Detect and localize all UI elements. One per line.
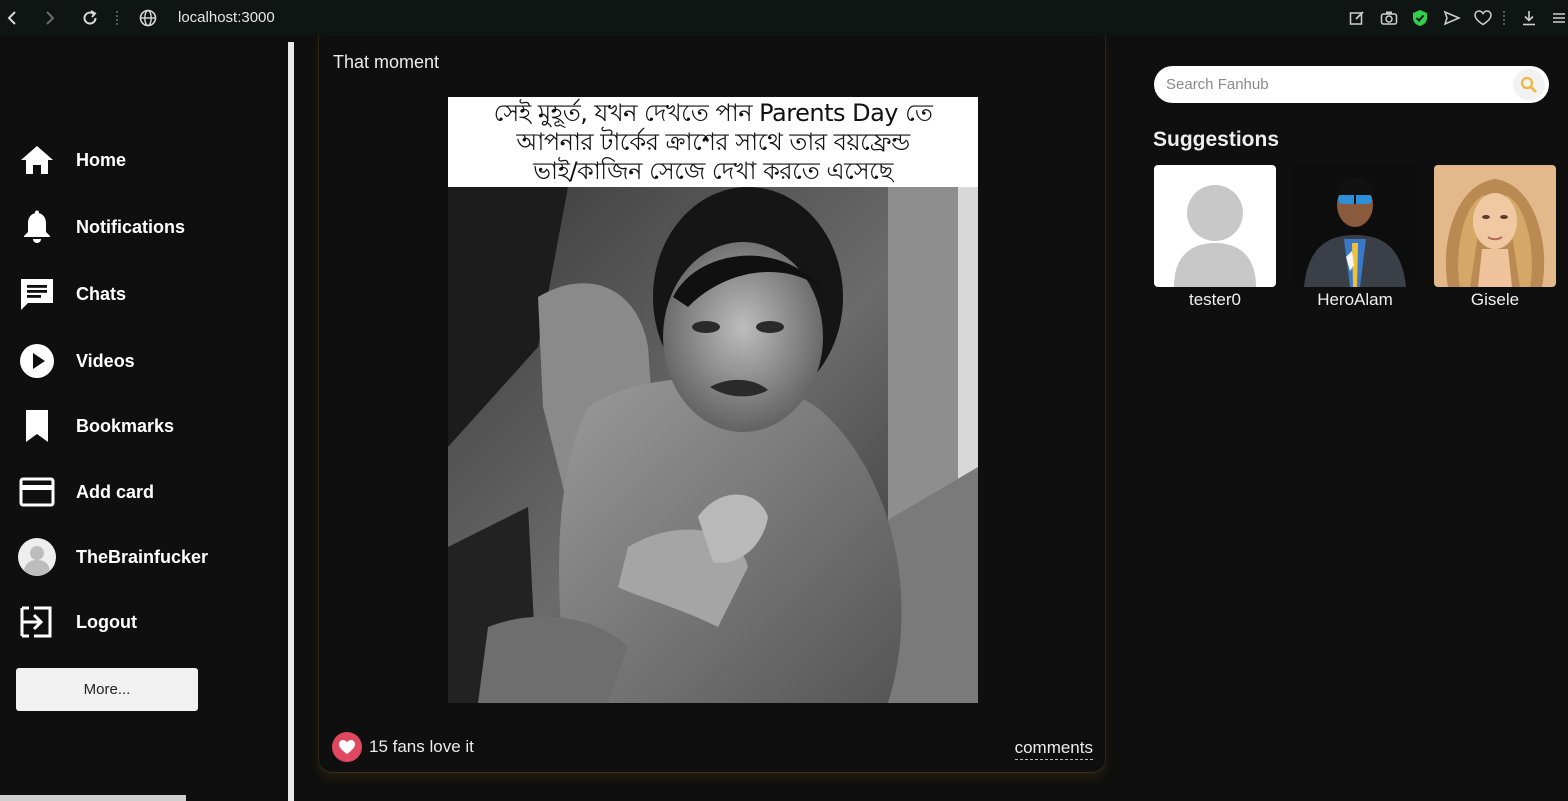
horizontal-scrollbar[interactable] xyxy=(0,795,186,801)
forward-icon[interactable] xyxy=(40,8,60,28)
sidebar-item-label: Chats xyxy=(76,283,127,304)
suggestion-name: HeroAlam xyxy=(1317,290,1393,309)
post-image[interactable]: সেই মুহূর্ত, যখন দেখতে পান Parents Day ত… xyxy=(448,97,978,703)
shield-icon[interactable] xyxy=(1410,8,1430,28)
sidebar-item-chats[interactable]: Chats xyxy=(18,274,126,314)
address-bar-url[interactable]: localhost:3000 xyxy=(178,9,275,26)
suggestions-title: Suggestions xyxy=(1153,128,1280,151)
more-button[interactable]: More... xyxy=(16,668,198,711)
sidebar-item-label: Notifications xyxy=(76,216,186,237)
send-icon[interactable] xyxy=(1442,8,1462,28)
suggestion-avatar xyxy=(1154,165,1276,287)
meme-caption-line: আপনার টার্কের ক্রাশের সাথে তার বয়ফ্রেন্… xyxy=(516,128,910,156)
suggestion-avatar xyxy=(1434,165,1556,287)
meme-caption-line: সেই মুহূর্ত, যখন দেখতে পান Parents Day ত… xyxy=(493,99,933,127)
suggestion-card[interactable]: HeroAlam xyxy=(1294,165,1416,310)
search-bar xyxy=(1154,66,1549,103)
search-input[interactable] xyxy=(1166,73,1506,95)
sidebar-item-label: Add card xyxy=(76,481,155,502)
suggestion-card[interactable]: tester0 xyxy=(1154,165,1276,310)
search-button[interactable] xyxy=(1513,69,1545,100)
back-icon[interactable] xyxy=(2,8,22,28)
menu-icon[interactable] xyxy=(1552,8,1566,28)
sidebar-item-videos[interactable]: Videos xyxy=(18,341,135,381)
sidebar-divider xyxy=(288,42,294,801)
sidebar-item-logout[interactable]: Logout xyxy=(18,602,137,642)
comments-link[interactable]: comments xyxy=(1014,738,1093,760)
bell-icon xyxy=(18,208,56,246)
sidebar-item-add-card[interactable]: Add card xyxy=(18,472,154,512)
sidebar-item-label: Videos xyxy=(76,350,135,371)
home-icon xyxy=(18,141,56,179)
suggestion-name: Gisele xyxy=(1470,290,1520,309)
heart-outline-icon[interactable] xyxy=(1473,8,1493,28)
search-icon xyxy=(1520,76,1537,93)
browser-toolbar: localhost:3000 xyxy=(0,0,1568,36)
suggestion-name: tester0 xyxy=(1189,290,1241,309)
post-caption: That moment xyxy=(333,52,440,72)
suggestion-avatar xyxy=(1294,165,1416,287)
feed-post: That moment সেই মুহূর্ত, যখন দেখতে পান P… xyxy=(318,36,1106,773)
like-count: 15 fans love it xyxy=(369,737,474,756)
reload-icon[interactable] xyxy=(80,8,100,28)
sidebar-item-home[interactable]: Home xyxy=(18,140,126,180)
credit-card-icon xyxy=(18,473,56,511)
sidebar-item-label: Home xyxy=(76,149,127,170)
meme-photo xyxy=(448,187,978,703)
meme-caption-line: ভাই/কাজিন সেজে দেখা করতে এসেছে xyxy=(533,157,893,185)
sidebar-item-profile[interactable]: TheBrainfucker xyxy=(18,537,208,577)
meme-caption: সেই মুহূর্ত, যখন দেখতে পান Parents Day ত… xyxy=(448,97,978,187)
chat-icon xyxy=(18,275,56,313)
suggestion-card[interactable]: Gisele xyxy=(1434,165,1556,310)
sidebar-item-label: Bookmarks xyxy=(76,415,175,436)
sidebar-item-label: Logout xyxy=(76,611,137,632)
heart-icon xyxy=(332,732,362,762)
bookmark-icon xyxy=(18,407,56,445)
toolbar-separator xyxy=(116,11,118,25)
avatar xyxy=(18,538,56,576)
logout-icon xyxy=(18,603,56,641)
sidebar-item-bookmarks[interactable]: Bookmarks xyxy=(18,406,174,446)
like-button[interactable]: 15 fans love it xyxy=(332,732,474,762)
sidebar-item-notifications[interactable]: Notifications xyxy=(18,207,185,247)
edit-icon[interactable] xyxy=(1347,8,1367,28)
toolbar-separator xyxy=(1503,11,1505,25)
camera-icon[interactable] xyxy=(1379,8,1399,28)
sidebar-item-label: TheBrainfucker xyxy=(76,546,209,567)
site-info-icon[interactable] xyxy=(138,8,158,28)
download-icon[interactable] xyxy=(1519,8,1539,28)
play-icon xyxy=(18,342,56,380)
